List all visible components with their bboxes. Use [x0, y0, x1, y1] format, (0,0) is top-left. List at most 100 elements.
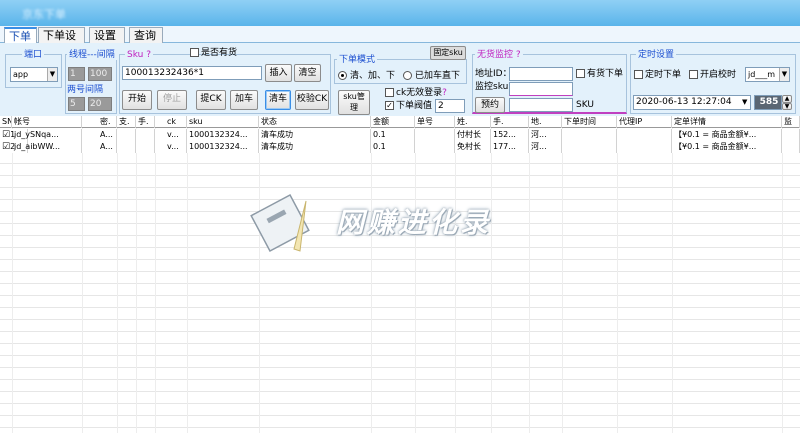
port-select[interactable]: app ▼	[10, 67, 58, 82]
lock-sku-button[interactable]: 固定sku	[430, 46, 466, 60]
address-id-label: 地址ID：	[475, 69, 512, 79]
column-divider	[562, 128, 563, 433]
column-header[interactable]: 金额	[371, 116, 415, 128]
table-cell	[617, 141, 672, 153]
table-row[interactable]: ☑1 jd_ySNqa... A... v... 1000132324... 清车成功 0.…	[0, 129, 800, 141]
mode-clear-add-order-label: 清、加、下	[350, 71, 396, 81]
table-cell: 免村长	[455, 141, 491, 153]
stock-monitor-title-text: 无货监控	[477, 50, 514, 60]
column-header[interactable]: 手.	[136, 116, 155, 128]
chevron-down-icon[interactable]: ▼	[742, 97, 747, 107]
mode-direct-order-radio[interactable]	[403, 71, 412, 80]
table-cell: 付村长	[455, 129, 491, 141]
port-select-value: app	[13, 70, 29, 79]
ck-invalid-login-checkbox[interactable]	[385, 88, 394, 97]
clear-cart-button[interactable]: 清车	[265, 90, 291, 110]
auto-sync-time-checkbox[interactable]	[689, 70, 698, 79]
column-header[interactable]: 帐号	[12, 116, 82, 128]
column-divider	[617, 128, 618, 433]
order-mode-title: 下单模式	[337, 55, 378, 65]
table-row[interactable]: ☑2 jd_aibWW... A... v... 1000132324... 清车成功 0.…	[0, 141, 800, 153]
stock-help-icon[interactable]: ?	[516, 50, 521, 60]
stock-order-checkbox[interactable]	[576, 69, 585, 78]
address-id-input[interactable]	[509, 67, 573, 81]
column-divider	[82, 128, 83, 433]
accounts-table[interactable]: SN 帐号 密. 支. 手. ck sku 状态 金额 单号 姓. 手. 地. 下单时间 代理IP 定单详情监…	[0, 116, 800, 433]
column-header[interactable]: 姓.	[455, 116, 491, 128]
reserve-sku-label: SKU	[576, 100, 594, 110]
row-checkbox[interactable]: ☑	[2, 130, 10, 140]
insert-button[interactable]: 插入	[265, 64, 292, 82]
clear-sku-button[interactable]: 清空	[294, 64, 321, 82]
time-source-select[interactable]: jd___m ▼	[745, 67, 790, 82]
column-header[interactable]: 支.	[117, 116, 136, 128]
column-header[interactable]: SN	[0, 116, 12, 128]
order-threshold-input[interactable]: 2	[435, 99, 465, 113]
table-cell: A...	[98, 129, 117, 141]
table-cell: 0.1	[371, 129, 415, 141]
add-cart-button[interactable]: 加车	[230, 90, 258, 110]
extract-ck-button[interactable]: 提CK	[196, 90, 226, 110]
table-cell	[415, 129, 455, 141]
start-button[interactable]: 开始	[122, 90, 152, 110]
sku-input[interactable]: 100013232436*1	[122, 66, 262, 80]
column-header[interactable]: 单号	[415, 116, 455, 128]
row-checkbox[interactable]: ☑	[2, 142, 10, 152]
tab-settings[interactable]: 设置	[89, 27, 125, 43]
table-cell	[782, 129, 800, 141]
column-divider	[782, 128, 783, 433]
column-header[interactable]: ck	[165, 116, 187, 128]
column-divider	[117, 128, 118, 433]
thread-group-title: 线程---间隔	[67, 50, 117, 60]
column-header[interactable]: 状态	[259, 116, 371, 128]
column-divider	[371, 128, 372, 433]
column-header[interactable]: 定单详情	[672, 116, 782, 128]
reserve-button[interactable]: 预约	[475, 97, 505, 113]
table-cell	[136, 141, 155, 153]
column-header[interactable]: 手.	[491, 116, 529, 128]
verify-ck-button[interactable]: 校验CK	[295, 90, 329, 110]
reserve-sku-input[interactable]	[509, 98, 573, 112]
table-cell: jd_ySNqa...	[12, 129, 82, 141]
chevron-down-icon: ▼	[47, 68, 57, 81]
table-cell: 177...	[491, 141, 529, 153]
account-interval-min-input[interactable]: 5	[68, 97, 85, 111]
sku-help-icon[interactable]: ?	[146, 50, 151, 60]
tab-order[interactable]: 下单	[4, 27, 37, 43]
table-cell	[136, 129, 155, 141]
table-cell: A...	[98, 141, 117, 153]
column-divider	[136, 128, 137, 433]
thread-count-input[interactable]: 1	[68, 67, 85, 81]
toolbar-panel: 端口 app ▼ 线程---间隔 1 100 两号间隔 5 20 Sku ? 1…	[0, 43, 800, 116]
stop-button[interactable]: 停止	[157, 90, 187, 110]
monitor-sku-input[interactable]	[509, 82, 573, 96]
column-header[interactable]: sku	[187, 116, 259, 128]
auto-sync-time-label: 开启校时	[700, 70, 737, 80]
column-header[interactable]: 下单时间	[562, 116, 617, 128]
account-interval-max-input[interactable]: 20	[88, 97, 112, 111]
thread-interval-input[interactable]: 100	[88, 67, 112, 81]
table-cell: v...	[165, 129, 187, 141]
column-header[interactable]: 密.	[98, 116, 117, 128]
table-cell: 【¥0.1 = 商品金额¥...	[672, 129, 782, 141]
table-cell: v...	[165, 141, 187, 153]
spin-down-icon[interactable]: ▼	[782, 103, 792, 110]
datetime-picker[interactable]: 2020-06-13 12:27:04	[633, 95, 751, 110]
table-cell: 河...	[529, 141, 562, 153]
counter-input[interactable]: 585	[754, 95, 782, 110]
tab-order-settings[interactable]: 下单设置	[38, 27, 85, 57]
column-header[interactable]: 地.	[529, 116, 562, 128]
column-header[interactable]: 代理IP	[617, 116, 672, 128]
spin-up-icon[interactable]: ▲	[782, 95, 792, 103]
tab-query[interactable]: 查询	[129, 27, 163, 43]
ck-help-icon[interactable]: ?	[442, 88, 447, 98]
stock-order-label: 有货下单	[587, 69, 624, 79]
order-threshold-checkbox[interactable]: ✓	[385, 101, 394, 110]
timer-group-title: 定时设置	[636, 50, 677, 60]
mode-clear-add-order-radio[interactable]	[338, 71, 347, 80]
column-header[interactable]: 监	[782, 116, 800, 128]
table-cell: 清车成功	[259, 129, 371, 141]
timed-order-checkbox[interactable]	[634, 70, 643, 79]
sku-manage-button[interactable]: sku管 理	[338, 90, 370, 115]
in-stock-checkbox[interactable]	[190, 48, 199, 57]
